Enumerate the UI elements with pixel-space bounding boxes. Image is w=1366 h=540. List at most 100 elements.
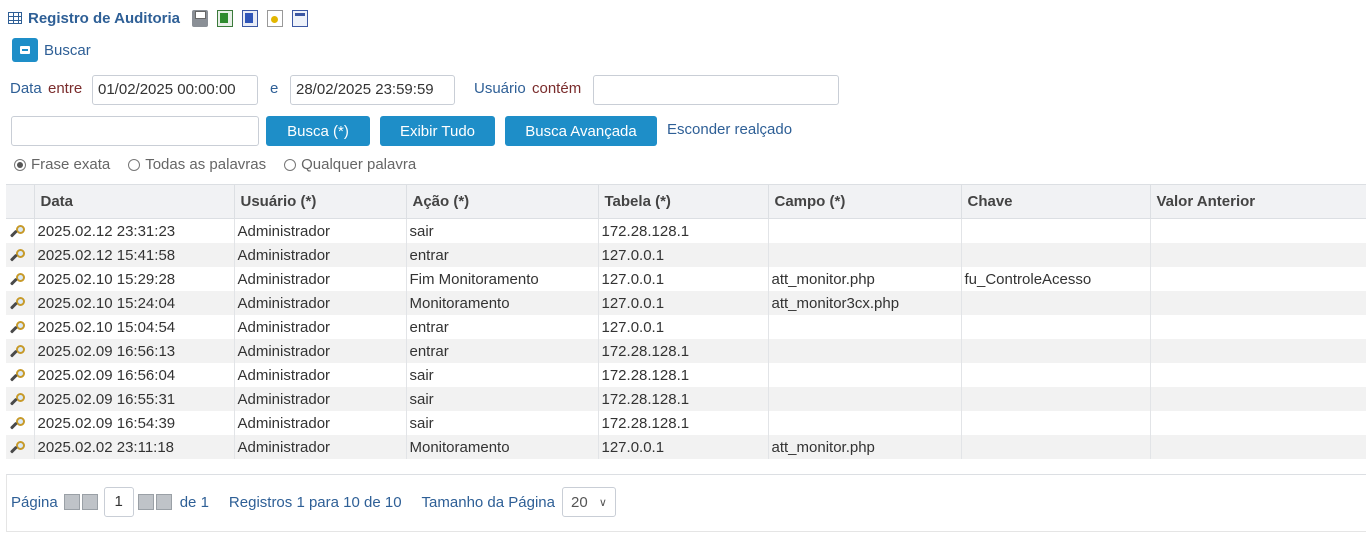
cell-acao: sair xyxy=(406,218,599,243)
radio-unselected-icon[interactable] xyxy=(284,158,297,171)
row-view-cell[interactable] xyxy=(6,411,35,435)
radio-qualquer-palavra[interactable]: Qualquer palavra xyxy=(284,156,416,173)
magnifier-icon[interactable] xyxy=(10,272,26,288)
cell-valor-anterior xyxy=(1150,339,1366,363)
date-to-field[interactable]: 28/02/2025 23:59:59 xyxy=(290,75,455,105)
cell-campo xyxy=(768,315,962,339)
collapse-button[interactable] xyxy=(12,38,38,62)
cell-valor-anterior xyxy=(1150,243,1366,267)
next-page-icon[interactable] xyxy=(137,494,154,510)
column-header-valor-anterior[interactable]: Valor Anterior xyxy=(1150,184,1366,219)
magnifier-icon[interactable] xyxy=(10,416,26,432)
cell-tabela: 127.0.0.1 xyxy=(598,435,769,459)
search-input[interactable] xyxy=(11,116,259,146)
match-mode-radios: Frase exata Todas as palavras Qualquer p… xyxy=(14,156,434,173)
radio-unselected-icon[interactable] xyxy=(128,158,141,171)
date-from-field[interactable]: 01/02/2025 00:00:00 xyxy=(92,75,258,105)
search-toggle-label[interactable]: Buscar xyxy=(44,42,91,59)
audit-grid: Data Usuário (*) Ação (*) Tabela (*) Cam… xyxy=(6,184,1366,459)
cell-acao: entrar xyxy=(406,339,599,363)
column-header-campo[interactable]: Campo (*) xyxy=(768,184,962,219)
row-view-cell[interactable] xyxy=(6,363,35,387)
cell-campo xyxy=(768,339,962,363)
radio-todas-palavras[interactable]: Todas as palavras xyxy=(128,156,266,173)
row-view-cell[interactable] xyxy=(6,218,35,243)
cell-chave xyxy=(961,315,1151,339)
search-button[interactable]: Busca (*) xyxy=(266,116,370,146)
cell-tabela: 172.28.128.1 xyxy=(598,363,769,387)
pdf-icon[interactable] xyxy=(266,9,283,27)
page-size-select[interactable]: 20 ∨ xyxy=(561,487,616,517)
table-row[interactable]: 2025.02.09 16:54:39 Administrador sair 172.… xyxy=(6,411,1366,435)
row-view-cell[interactable] xyxy=(6,243,35,267)
row-view-cell[interactable] xyxy=(6,387,35,411)
table-row[interactable]: 2025.02.10 15:29:28 Administrador Fim Moni… xyxy=(6,267,1366,291)
excel-icon[interactable] xyxy=(216,9,233,27)
magnifier-icon[interactable] xyxy=(10,320,26,336)
table-header-row: Data Usuário (*) Ação (*) Tabela (*) Cam… xyxy=(6,184,1366,219)
column-header-usuario[interactable]: Usuário (*) xyxy=(234,184,407,219)
cell-acao: sair xyxy=(406,387,599,411)
cell-data: 2025.02.09 16:56:04 xyxy=(34,363,235,387)
cell-usuario: Administrador xyxy=(234,315,407,339)
table-row[interactable]: 2025.02.10 15:24:04 Administrador Monitora… xyxy=(6,291,1366,315)
table-row[interactable]: 2025.02.12 15:41:58 Administrador entrar 12… xyxy=(6,243,1366,267)
radio-selected-icon[interactable] xyxy=(14,158,26,171)
cell-chave xyxy=(961,411,1151,435)
magnifier-icon[interactable] xyxy=(10,392,26,408)
page-size-value: 20 xyxy=(570,493,588,511)
search-toggle[interactable]: Buscar xyxy=(12,38,91,62)
magnifier-icon[interactable] xyxy=(10,368,26,384)
cell-valor-anterior xyxy=(1150,315,1366,339)
advanced-search-button[interactable]: Busca Avançada xyxy=(505,116,657,146)
usuario-label: Usuário xyxy=(474,80,526,97)
table-row[interactable]: 2025.02.12 23:31:23 Administrador sair 172.… xyxy=(6,218,1366,243)
magnifier-icon[interactable] xyxy=(10,440,26,456)
magnifier-icon[interactable] xyxy=(10,224,26,240)
column-header-acao[interactable]: Ação (*) xyxy=(406,184,599,219)
column-header-chave[interactable]: Chave xyxy=(961,184,1151,219)
page-number-input[interactable]: 1 xyxy=(103,487,134,517)
radio-frase-exata[interactable]: Frase exata xyxy=(14,156,110,173)
pagina-label: Página xyxy=(11,493,58,511)
magnifier-icon[interactable] xyxy=(10,344,26,360)
column-header-tabela[interactable]: Tabela (*) xyxy=(598,184,769,219)
show-all-button[interactable]: Exibir Tudo xyxy=(380,116,495,146)
word-icon[interactable] xyxy=(241,9,258,27)
row-view-cell[interactable] xyxy=(6,435,35,459)
cell-usuario: Administrador xyxy=(234,267,407,291)
table-row[interactable]: 2025.02.09 16:55:31 Administrador sair 172.… xyxy=(6,387,1366,411)
hide-highlight-link[interactable]: Esconder realçado xyxy=(667,121,792,138)
table-icon xyxy=(8,12,22,24)
cell-acao: Monitoramento xyxy=(406,435,599,459)
magnifier-icon[interactable] xyxy=(10,296,26,312)
first-page-icon[interactable] xyxy=(63,494,80,510)
row-view-cell[interactable] xyxy=(6,315,35,339)
row-view-cell[interactable] xyxy=(6,339,35,363)
cell-campo xyxy=(768,387,962,411)
cell-usuario: Administrador xyxy=(234,291,407,315)
magnifier-icon[interactable] xyxy=(10,248,26,264)
row-view-cell[interactable] xyxy=(6,267,35,291)
cell-data: 2025.02.09 16:56:13 xyxy=(34,339,235,363)
usuario-input[interactable] xyxy=(593,75,839,105)
cell-usuario: Administrador xyxy=(234,387,407,411)
table-row[interactable]: 2025.02.09 16:56:13 Administrador entrar 17… xyxy=(6,339,1366,363)
printer-icon[interactable] xyxy=(191,9,208,27)
xml-icon[interactable] xyxy=(291,9,308,27)
cell-acao: Fim Monitoramento xyxy=(406,267,599,291)
page-size-label: Tamanho da Página xyxy=(421,493,555,511)
cell-chave xyxy=(961,218,1151,243)
column-header-data[interactable]: Data xyxy=(34,184,235,219)
contem-label: contém xyxy=(532,80,582,97)
last-page-icon[interactable] xyxy=(155,494,172,510)
page-count: de 1 xyxy=(179,493,209,511)
prev-page-icon[interactable] xyxy=(81,494,98,510)
cell-tabela: 127.0.0.1 xyxy=(598,267,769,291)
table-row[interactable]: 2025.02.10 15:04:54 Administrador entrar 12… xyxy=(6,315,1366,339)
cell-campo xyxy=(768,218,962,243)
row-view-cell[interactable] xyxy=(6,291,35,315)
table-row[interactable]: 2025.02.02 23:11:18 Administrador Monitora… xyxy=(6,435,1366,459)
records-summary: Registros 1 para 10 de 10 xyxy=(228,493,402,511)
table-row[interactable]: 2025.02.09 16:56:04 Administrador sair 172.… xyxy=(6,363,1366,387)
